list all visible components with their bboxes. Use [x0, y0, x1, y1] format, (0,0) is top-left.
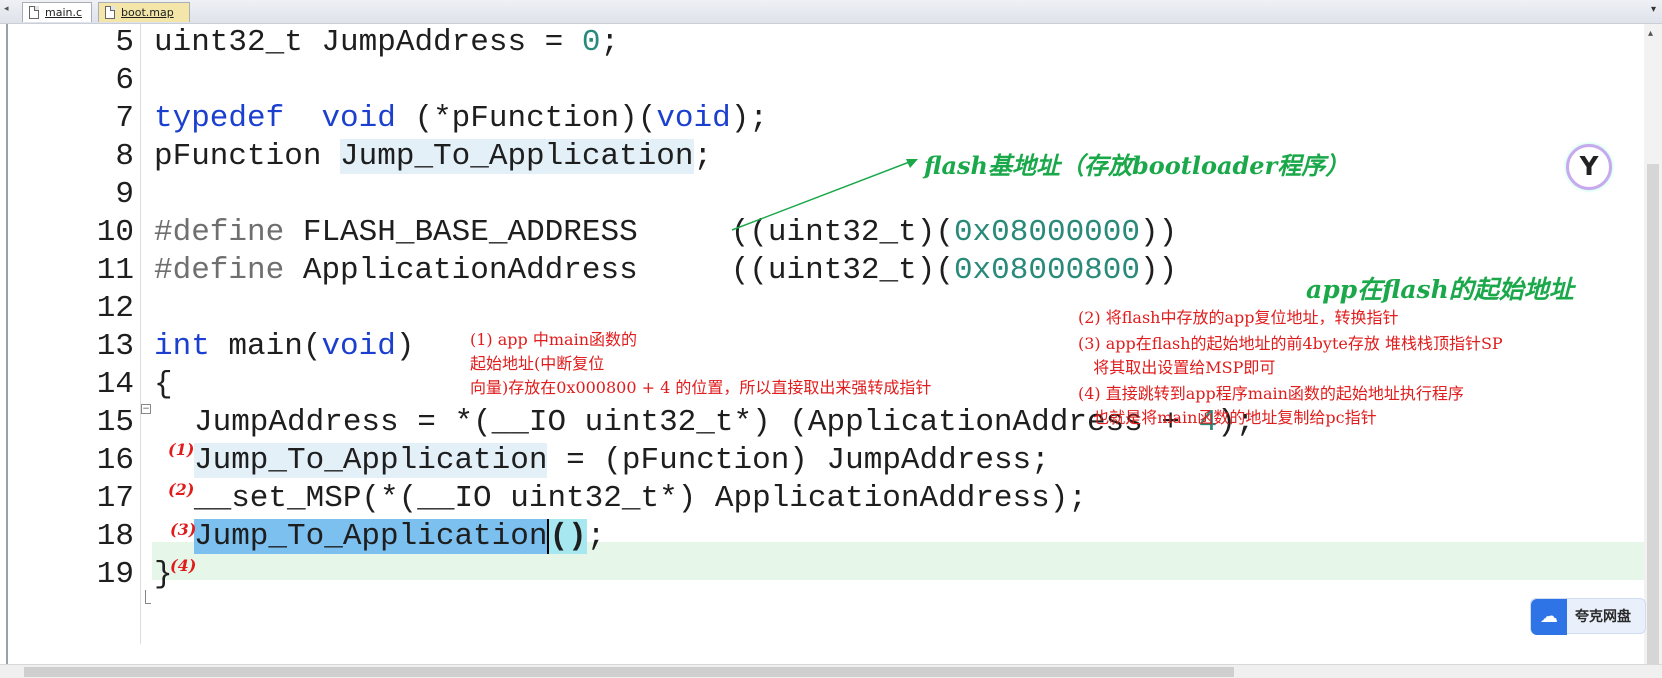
cloud-icon: ☁ — [1531, 599, 1567, 635]
scrollbar-thumb[interactable] — [24, 667, 1234, 677]
annotation-app-start: app在flash的起始地址 — [1306, 275, 1574, 304]
scroll-up-icon[interactable]: ▴ — [1648, 28, 1653, 39]
annotation-flash-base: flash基地址（存放bootloader程序） — [924, 151, 1350, 180]
vertical-scrollbar[interactable]: ▴ — [1644, 24, 1662, 664]
annotation-note-1: (1) app 中main函数的 起始地址(中断复位 向量)存放在0x00080… — [470, 330, 932, 397]
quark-label: 夸克网盘 — [1575, 609, 1631, 625]
yuque-logo-icon[interactable]: Y — [1566, 144, 1612, 190]
annotation-note-3: (3) app在flash的起始地址的前4byte存放 堆栈栈顶指针SP 将其取… — [1078, 334, 1503, 377]
annotation-note-4: (4) 直接跳转到app程序main函数的起始地址执行程序 也就是将main函数… — [1078, 384, 1464, 427]
quark-netdisk-button[interactable]: ☁ 夸克网盘 — [1530, 598, 1646, 635]
scrollbar-thumb[interactable] — [1647, 164, 1659, 664]
annotation-note-2: (2) 将flash中存放的app复位地址，转换指针 — [1078, 308, 1399, 327]
horizontal-scrollbar[interactable] — [0, 664, 1662, 678]
